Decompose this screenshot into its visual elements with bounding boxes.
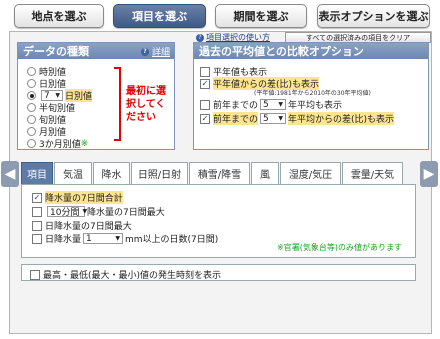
day-count-select[interactable]: 7 ▼ xyxy=(41,90,63,101)
normal-note: (平年値:1981年から2010年の30年平均値) xyxy=(254,90,371,97)
warning-bracket xyxy=(114,67,121,141)
past-avg-diff-checkbox[interactable]: ✓ 前年までの 5 ▼ 年平均からの差(比)も表示 xyxy=(200,112,395,125)
data-type-header: データの種類 ? 詳細 xyxy=(18,43,174,59)
tab-items[interactable]: 項目 xyxy=(21,162,53,184)
help-icon: ? xyxy=(140,47,149,56)
past-avg-diff-years-select[interactable]: 5 ▼ xyxy=(260,113,287,124)
select-period-button[interactable]: 期間を選ぶ xyxy=(215,4,307,28)
tab-humidity[interactable]: 湿度/気圧 xyxy=(280,162,341,184)
next-tabs-arrow-icon[interactable]: ▶ xyxy=(420,161,438,187)
data-type-panel: データの種類 ? 詳細 時別値 日別値 7 ▼ 日別値 半旬別値 旬別値 月別値 … xyxy=(17,42,175,150)
office-only-note: ※官署(気象台等)のみ値があります xyxy=(277,243,402,252)
precip-10min-max-checkbox[interactable]: 10分間 ▼ 降水量の7日間最大 xyxy=(32,205,165,218)
help-icon: ? xyxy=(196,33,204,42)
occurrence-time-checkbox[interactable]: 最高・最低(最大・最小)値の発生時刻を表示 xyxy=(30,268,221,281)
select-location-button[interactable]: 地点を選ぶ xyxy=(14,4,104,28)
avg-compare-panel: 過去の平均値との比較オプション 平年値も表示 ✓ 平年値からの差(比)も表示 (平… xyxy=(193,42,429,150)
prev-tabs-arrow-icon[interactable]: ◀ xyxy=(1,161,19,187)
tab-temperature[interactable]: 気温 xyxy=(54,162,92,184)
threshold-select[interactable]: 1 ▼ xyxy=(83,233,124,244)
tab-snow[interactable]: 積雪/降雪 xyxy=(189,162,250,184)
past-avg-years-select[interactable]: 5 ▼ xyxy=(260,99,287,110)
tab-cloud[interactable]: 雲量/天気 xyxy=(342,162,403,184)
radio-three-month[interactable]: 3か月別値 ※ xyxy=(27,137,88,150)
past-avg-checkbox[interactable]: 前年までの 5 ▼ 年平均も表示 xyxy=(200,98,342,111)
precip-days-checkbox[interactable]: 日降水量 1 ▼ mm以上の日数(7日間) xyxy=(32,232,218,245)
bottom-option-box: 最高・最低(最大・最小)値の発生時刻を表示 xyxy=(21,264,416,281)
select-display-options-button[interactable]: 表示オプションを選ぶ xyxy=(317,4,430,28)
tab-sunshine[interactable]: 日照/日射 xyxy=(131,162,188,184)
data-type-title: データの種類 xyxy=(23,45,89,58)
avg-compare-header: 過去の平均値との比較オプション xyxy=(194,43,428,59)
daily-precip-7day-max-checkbox[interactable]: 日降水量の7日間最大 xyxy=(32,219,132,232)
select-item-button[interactable]: 項目を選ぶ xyxy=(113,4,206,28)
detail-link[interactable]: ? 詳細 xyxy=(140,45,170,58)
warning-text: 最初に選択してください xyxy=(126,86,166,123)
tab-content: ✓ 降水量の7日間合計 10分間 ▼ 降水量の7日間最大 日降水量の7日間最大 日降… xyxy=(21,184,416,258)
precip-7day-total-checkbox[interactable]: ✓ 降水量の7日間合計 xyxy=(32,191,123,204)
tab-wind[interactable]: 風 xyxy=(251,162,279,184)
tab-precipitation[interactable]: 降水 xyxy=(93,162,130,184)
interval-select[interactable]: 10分間 ▼ xyxy=(47,206,87,218)
